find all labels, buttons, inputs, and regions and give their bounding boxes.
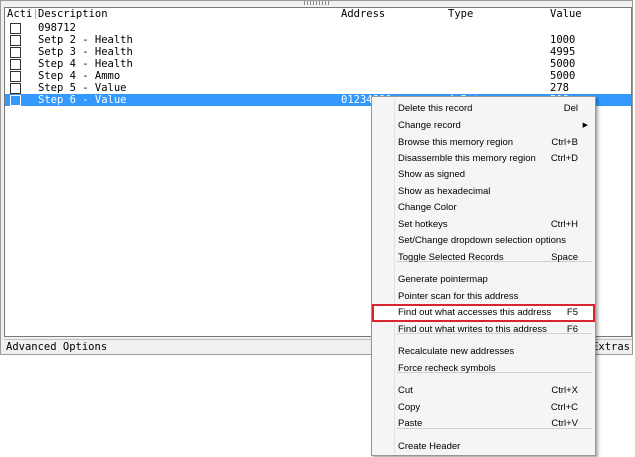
menu-item-delete-this-record[interactable]: Delete this record Del (373, 101, 594, 117)
active-checkbox[interactable] (10, 71, 21, 82)
cell-value: 1000 (550, 34, 576, 46)
cell-description: Setp 2 - Health (38, 34, 133, 46)
menu-item-label: Toggle Selected Records (398, 252, 504, 263)
column-header-value[interactable]: Value (550, 8, 582, 20)
menu-item-force-recheck-symbols[interactable]: Force recheck symbols (373, 361, 594, 377)
menu-item-label: Show as signed (398, 169, 466, 180)
cell-description: Step 6 - Value (38, 94, 127, 106)
resize-grip[interactable] (304, 1, 330, 5)
menu-item-label: Set hotkeys (398, 219, 448, 230)
menu-item-shortcut: Ctrl+C (550, 402, 578, 413)
menu-item-label: Set/Change dropdown selection options (398, 235, 566, 246)
menu-item-label: Copy (398, 402, 421, 413)
table-row[interactable]: Step 4 - Health 5000 (5, 58, 631, 70)
menu-item-shortcut: Ctrl+X (551, 385, 578, 396)
menu-item-shortcut: Del (563, 103, 578, 114)
menu-item-shortcut: Ctrl+B (551, 137, 578, 148)
menu-item-label: Disassemble this memory region (398, 153, 536, 164)
menu-item-shortcut: Ctrl+V (551, 418, 578, 429)
list-header: Acti Description Address Type Value (5, 8, 631, 20)
menu-item-shortcut: F5 (566, 307, 578, 318)
menu-item-generate-pointermap[interactable]: Generate pointermap (373, 272, 594, 288)
menu-item-label: Find out what accesses this address (398, 307, 552, 318)
table-row[interactable]: 098712 (5, 22, 631, 34)
menu-item-show-as-hexadecimal[interactable]: Show as hexadecimal (373, 184, 594, 200)
cell-description: Step 4 - Health (38, 58, 133, 70)
menu-item-label: Change Color (398, 202, 457, 213)
menu-item-cut[interactable]: Cut Ctrl+X (373, 383, 594, 399)
menu-item-disassemble-this-memory-region[interactable]: Disassemble this memory region Ctrl+D (373, 151, 594, 167)
menu-item-label: Generate pointermap (398, 274, 488, 285)
active-checkbox[interactable] (10, 83, 21, 94)
active-checkbox[interactable] (10, 35, 21, 46)
menu-item-label: Browse this memory region (398, 137, 514, 148)
menu-item-toggle-selected-records[interactable]: Toggle Selected Records Space (373, 250, 594, 266)
table-row[interactable]: Setp 2 - Health 1000 (5, 34, 631, 46)
active-checkbox[interactable] (10, 23, 21, 34)
menu-item-label: Recalculate new addresses (398, 346, 515, 357)
menu-item-paste[interactable]: Paste Ctrl+V (373, 416, 594, 432)
submenu-arrow-icon: ▶ (582, 122, 588, 129)
cell-description: Step 4 - Ammo (38, 70, 121, 82)
menu-item-show-as-signed[interactable]: Show as signed (373, 167, 594, 183)
menu-item-copy[interactable]: Copy Ctrl+C (373, 400, 594, 416)
cell-value: 278 (550, 82, 569, 94)
menu-item-recalculate-new-addresses[interactable]: Recalculate new addresses (373, 344, 594, 360)
cell-value: 5000 (550, 58, 576, 70)
table-row[interactable]: Step 5 - Value 278 (5, 82, 631, 94)
menu-item-create-header[interactable]: Create Header (373, 439, 594, 455)
extras-button[interactable]: Extras (592, 340, 630, 354)
menu-item-set-change-dropdown-selection-options[interactable]: Set/Change dropdown selection options (373, 233, 594, 249)
cell-description: Setp 3 - Health (38, 46, 133, 58)
menu-item-find-out-what-accesses-this-address[interactable]: Find out what accesses this address F5 (372, 304, 595, 322)
menu-item-label: Pointer scan for this address (398, 291, 519, 302)
menu-item-label: Create Header (398, 441, 461, 452)
column-header-active[interactable]: Acti (7, 8, 35, 20)
active-checkbox[interactable] (10, 95, 21, 106)
menu-item-browse-this-memory-region[interactable]: Browse this memory region Ctrl+B (373, 135, 594, 151)
cell-value: 4995 (550, 46, 576, 58)
cell-value: 5000 (550, 70, 576, 82)
menu-item-pointer-scan-for-this-address[interactable]: Pointer scan for this address (373, 289, 594, 305)
menu-item-shortcut: F6 (566, 324, 578, 335)
menu-item-change-color[interactable]: Change Color (373, 200, 594, 216)
cell-description: Step 5 - Value (38, 82, 127, 94)
menu-item-label: Paste (398, 418, 423, 429)
active-checkbox[interactable] (10, 47, 21, 58)
active-checkbox[interactable] (10, 59, 21, 70)
menu-item-set-hotkeys[interactable]: Set hotkeys Ctrl+H (373, 217, 594, 233)
menu-item-label: Change record (398, 120, 461, 131)
column-divider[interactable] (35, 9, 36, 19)
menu-item-label: Cut (398, 385, 413, 396)
menu-item-label: Find out what writes to this address (398, 324, 547, 335)
menu-item-label: Force recheck symbols (398, 363, 496, 374)
table-row[interactable]: Step 4 - Ammo 5000 (5, 70, 631, 82)
column-header-address[interactable]: Address (341, 8, 385, 20)
column-header-type[interactable]: Type (448, 8, 473, 20)
menu-item-shortcut: Ctrl+D (550, 153, 578, 164)
table-row[interactable]: Setp 3 - Health 4995 (5, 46, 631, 58)
cell-description: 098712 (38, 22, 76, 34)
menu-item-label: Delete this record (398, 103, 473, 114)
menu-item-label: Show as hexadecimal (398, 186, 491, 197)
menu-item-shortcut: Space (551, 252, 578, 263)
context-menu: Delete this record Del Change record ▶ Brows… (371, 96, 596, 456)
menu-item-change-record[interactable]: Change record ▶ (373, 118, 594, 134)
column-header-description[interactable]: Description (38, 8, 328, 20)
advanced-options-button[interactable]: Advanced Options (6, 340, 107, 354)
menu-item-shortcut: Ctrl+H (550, 219, 578, 230)
menu-item-find-out-what-writes-to-this-address[interactable]: Find out what writes to this address F6 (373, 322, 594, 338)
